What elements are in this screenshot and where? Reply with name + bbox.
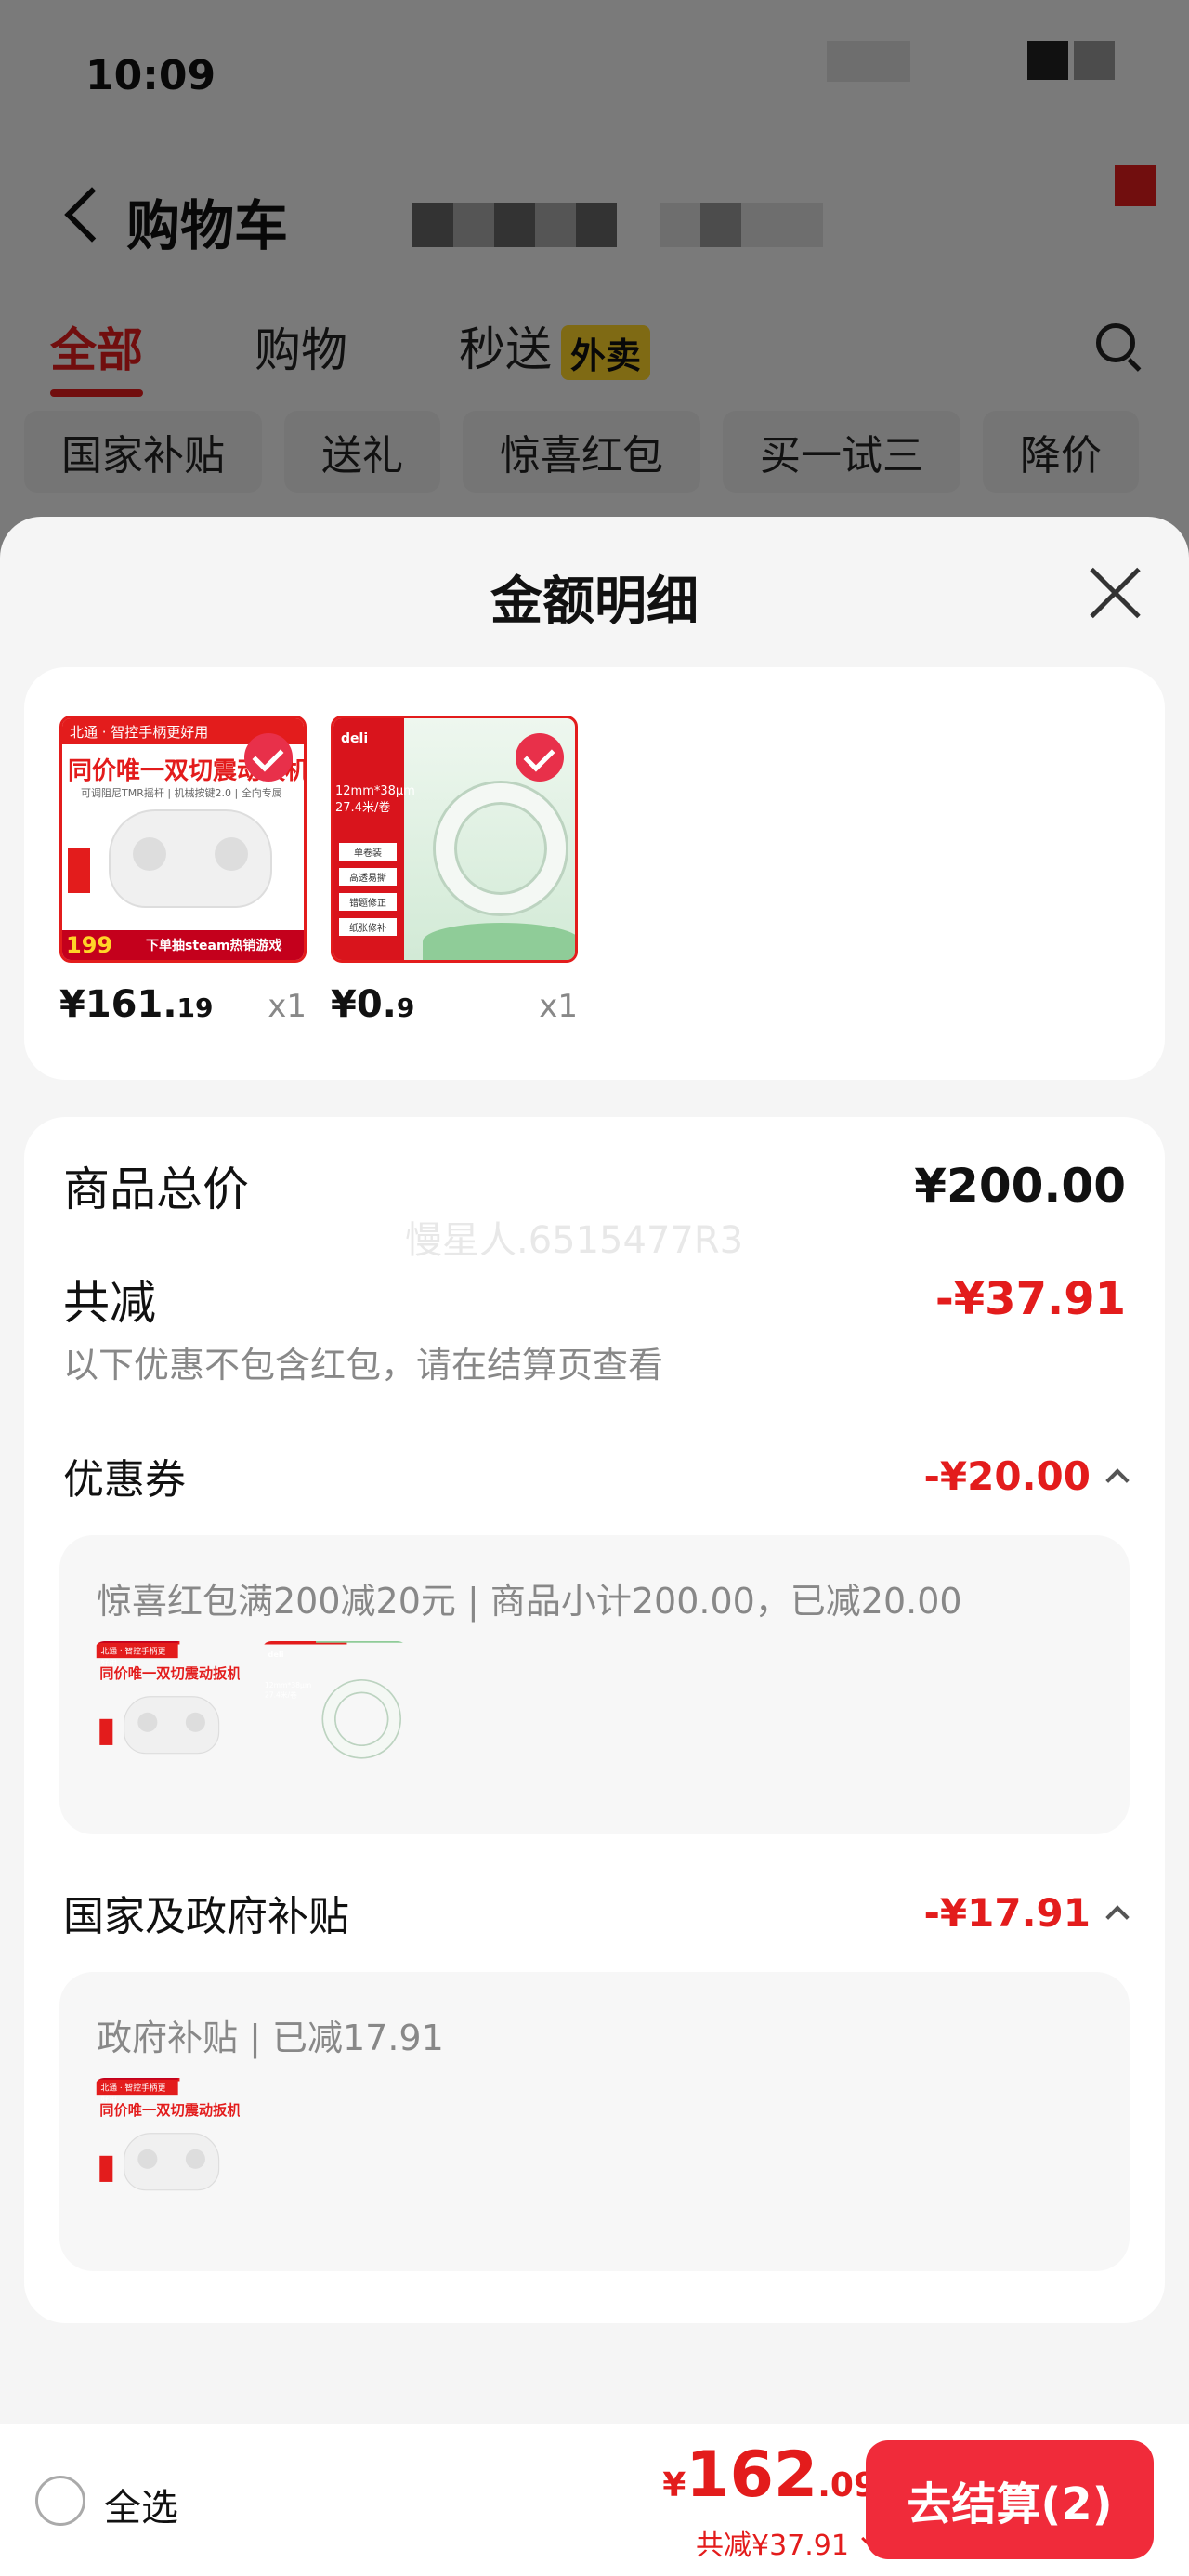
subsidy-row[interactable]: 国家及政府补贴 -¥17.91 — [63, 1883, 1130, 1942]
coupon-value: -¥20.00 — [923, 1452, 1091, 1499]
subsidy-detail-box: 政府补贴 | 已减17.91 北通 · 智控手柄更好用 同价唯一双切震动扳机 1… — [59, 1972, 1130, 2271]
discount-note: 以下优惠不包含红包，请在结算页查看 — [63, 1345, 664, 1386]
chevron-up-icon[interactable] — [1105, 1905, 1130, 1929]
total-price-row: 商品总价 ¥200.00 — [63, 1159, 1126, 1216]
discount-value: -¥37.91 — [934, 1273, 1126, 1325]
coupon-row[interactable]: 优惠券 -¥20.00 — [63, 1446, 1130, 1505]
checkout-bar: 全选 ¥162.09 共减¥37.91 去结算(2) — [0, 2424, 1189, 2576]
coupon-detail-box: 惊喜红包满200减20元 | 商品小计200.00，已减20.00 北通 · 智… — [59, 1535, 1130, 1834]
select-all-radio[interactable] — [35, 2476, 85, 2526]
coupon-product-thumb-tape: deli 12mm*38μm 27.4米/卷 — [262, 1641, 407, 1786]
subsidy-product-thumb-controller: 北通 · 智控手柄更好用 同价唯一双切震动扳机 199 下单抽steam热销游戏 — [95, 2078, 240, 2223]
subsidy-value: -¥17.91 — [923, 1889, 1091, 1936]
close-icon[interactable] — [1087, 565, 1143, 621]
subsidy-detail-text: 政府补贴 | 已减17.91 — [97, 2017, 444, 2058]
coupon-detail-text: 惊喜红包满200减20元 | 商品小计200.00，已减20.00 — [97, 1581, 962, 1622]
tape-roll-graphic — [436, 783, 566, 913]
discount-row: 共减 -¥37.91 — [63, 1273, 1126, 1330]
total-price-value: ¥200.00 — [914, 1159, 1126, 1213]
product-qty: x1 — [539, 988, 578, 1025]
amount-detail-sheet: 金额明细 北通 · 智控手柄更好用 同价唯一双切震动扳机 可调阻尼TMR摇杆 |… — [0, 517, 1189, 2576]
saved-amount-toggle[interactable]: 共减¥37.91 — [696, 2522, 880, 2563]
product-item[interactable]: deli 12mm*38μm 27.4米/卷 单卷装 高透易撕 错题修正 纸张修补… — [331, 716, 578, 1026]
amount-breakdown-card: 慢星人.6515477R3 商品总价 ¥200.00 共减 -¥37.91 以下… — [24, 1117, 1165, 2323]
select-all-label[interactable]: 全选 — [104, 2477, 178, 2531]
total-amount: ¥162.09 — [662, 2438, 877, 2512]
selected-products-card: 北通 · 智控手柄更好用 同价唯一双切震动扳机 可调阻尼TMR摇杆 | 机械按键… — [24, 667, 1165, 1080]
chevron-up-icon[interactable] — [1105, 1468, 1130, 1492]
product-price: ¥161.19 — [59, 983, 214, 1026]
product-image-controller: 北通 · 智控手柄更好用 同价唯一双切震动扳机 可调阻尼TMR摇杆 | 机械按键… — [59, 716, 307, 963]
gamepad-graphic — [109, 809, 272, 908]
product-qty: x1 — [268, 988, 307, 1025]
selected-check-icon[interactable] — [244, 733, 293, 782]
checkout-button[interactable]: 去结算(2) — [866, 2440, 1154, 2559]
sheet-title: 金额明细 — [490, 572, 699, 632]
selected-check-icon[interactable] — [516, 733, 564, 782]
product-item[interactable]: 北通 · 智控手柄更好用 同价唯一双切震动扳机 可调阻尼TMR摇杆 | 机械按键… — [59, 716, 307, 1026]
product-price: ¥0.9 — [331, 983, 415, 1026]
product-image-tape: deli 12mm*38μm 27.4米/卷 单卷装 高透易撕 错题修正 纸张修补 — [331, 716, 578, 963]
coupon-product-thumb-controller: 北通 · 智控手柄更好用 同价唯一双切震动扳机 199 下单抽steam热销游戏 — [95, 1641, 240, 1786]
